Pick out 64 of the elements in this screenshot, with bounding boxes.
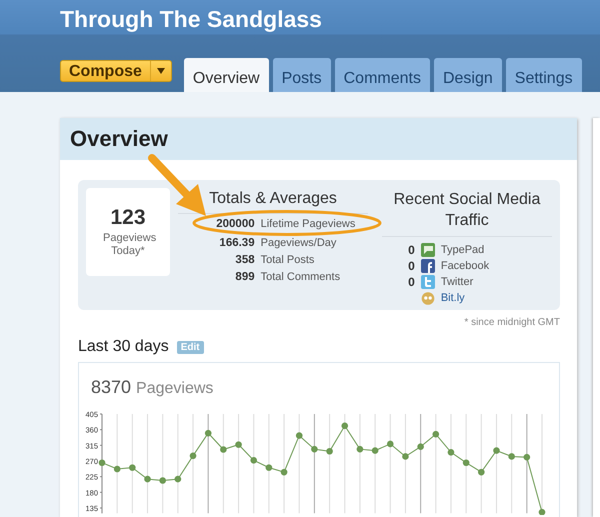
facebook-icon [420,259,435,273]
stat-value: 899 [234,271,255,284]
data-point [386,440,394,448]
data-point [538,508,546,515]
blog-title: Through The Sandglass [60,6,322,33]
data-point [356,446,364,452]
traffic-count: 0 [407,243,415,257]
traffic-count: 0 [407,275,415,289]
data-point [478,468,485,476]
data-point [144,476,151,482]
data-point [129,464,136,471]
data-point [417,443,424,450]
data-point [235,441,242,448]
data-point [326,448,333,455]
data-point [190,452,196,460]
data-point [250,457,258,464]
data-point [98,459,106,466]
data-point [432,430,440,438]
bitly-link[interactable]: Bit.ly [440,292,490,304]
stat-value: 358 [234,254,255,267]
stat-value: 166.39 [218,237,255,250]
stat-value: 200000 [215,218,255,231]
page-title: Overview [60,118,577,160]
data-point [448,449,454,456]
source-label: TypePad [440,244,486,256]
data-point [462,459,470,466]
data-point [311,446,318,452]
pageviews-unit: Pageviews [136,380,214,398]
data-point [266,464,272,471]
pageviews-total: 8370 [91,377,132,398]
data-point [174,476,182,482]
data-point [524,454,530,460]
source-label: Facebook [440,260,490,272]
compose-button[interactable]: Compose [60,60,172,82]
pageviews-today-count: 123 [110,206,146,230]
data-point [280,468,288,476]
data-point [341,422,348,430]
data-point [220,446,227,453]
twitter-icon [420,275,435,289]
tab[interactable]: Design [434,58,502,92]
pufferfish-icon [420,291,435,305]
tab[interactable]: Settings [506,58,582,92]
stat-label: Total Comments [260,271,342,284]
tab[interactable]: Overview [184,58,269,92]
caret-icon [156,68,165,74]
data-point [204,430,212,436]
data-point [159,477,166,484]
section-title: Last 30 days [78,338,169,356]
stat-label: Total Posts [260,254,316,267]
speech-bubble-icon [420,243,435,257]
social-heading: Recent Social Media Traffic [382,189,552,237]
data-point [296,432,303,439]
stat-label: Lifetime Pageviews [260,218,356,231]
data-point [402,453,409,460]
footnote: * since midnight GMT [463,317,560,328]
data-point [372,447,378,454]
tab[interactable]: Comments [334,58,430,92]
data-point [508,453,515,460]
traffic-count: 0 [407,259,415,273]
source-label: Twitter [440,276,474,288]
stat-label: Pageviews/Day [260,237,338,250]
data-point [114,466,120,472]
tab[interactable]: Posts [272,58,331,92]
data-point [493,447,500,454]
